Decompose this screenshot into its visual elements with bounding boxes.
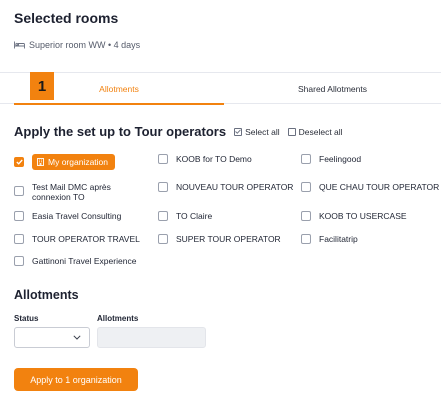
operator-checkbox[interactable]	[14, 157, 24, 167]
operator-checkbox[interactable]	[158, 182, 168, 192]
room-summary: Superior room WW • 4 days	[14, 40, 140, 50]
operator-checkbox[interactable]	[301, 234, 311, 244]
operator-label: TOUR OPERATOR TRAVEL	[32, 234, 140, 244]
operator-label: NOUVEAU TOUR OPERATOR	[176, 182, 294, 192]
tab-shared-allotments[interactable]: Shared Allotments	[224, 73, 441, 104]
bed-icon	[14, 41, 25, 49]
operator-label: Facilitatrip	[319, 234, 358, 244]
operator-label: Feelingood	[319, 154, 362, 164]
operator-label: KOOB TO USERCASE	[319, 211, 407, 221]
status-label: Status	[14, 314, 39, 323]
apply-button[interactable]: Apply to 1 organization	[14, 368, 138, 391]
step-badge: 1	[30, 72, 54, 100]
select-all-button[interactable]: Select all	[234, 127, 280, 137]
status-select[interactable]	[14, 327, 90, 348]
operator-item[interactable]: TOUR OPERATOR TRAVEL	[14, 234, 140, 244]
operator-checkbox[interactable]	[301, 154, 311, 164]
operator-item[interactable]: NOUVEAU TOUR OPERATOR	[158, 182, 293, 192]
operator-label: QUE CHAU TOUR OPERATOR	[319, 182, 440, 192]
operator-item[interactable]: Gattinoni Travel Experience	[14, 256, 136, 266]
allotments-section-title: Allotments	[14, 288, 79, 302]
my-organization-chip: My organization	[32, 154, 116, 170]
select-all-checkbox-icon	[234, 127, 243, 136]
building-icon	[37, 158, 44, 166]
page-title: Selected rooms	[14, 10, 119, 26]
operator-checkbox[interactable]	[14, 186, 24, 196]
operator-item[interactable]: TO Claire	[158, 211, 212, 221]
operator-item[interactable]: SUPER TOUR OPERATOR	[158, 234, 281, 244]
select-all-label: Select all	[245, 126, 280, 137]
deselect-all-checkbox-icon	[287, 127, 296, 136]
operator-label: My organization	[48, 157, 109, 167]
operator-checkbox[interactable]	[14, 256, 24, 266]
operator-label: Gattinoni Travel Experience	[32, 256, 137, 266]
operator-checkbox[interactable]	[301, 182, 311, 192]
operator-checkbox[interactable]	[14, 211, 24, 221]
operator-item[interactable]: Feelingood	[301, 154, 361, 164]
deselect-all-button[interactable]: Deselect all	[287, 126, 343, 137]
operator-item[interactable]: Test Mail DMC après connexion TO	[14, 182, 148, 202]
deselect-all-label: Deselect all	[298, 126, 343, 137]
operator-item[interactable]: QUE CHAU TOUR OPERATOR	[301, 182, 439, 192]
operator-label: Easia Travel Consulting	[32, 211, 122, 221]
operator-item[interactable]: KOOB for TO Demo	[158, 154, 252, 164]
room-summary-text: Superior room WW • 4 days	[29, 40, 141, 50]
chevron-down-icon	[73, 335, 81, 340]
operator-label: Test Mail DMC après connexion TO	[32, 182, 111, 202]
operator-checkbox[interactable]	[14, 234, 24, 244]
tab-bar: Allotments Shared Allotments	[0, 72, 441, 105]
operator-checkbox[interactable]	[158, 154, 168, 164]
operator-label: TO Claire	[176, 211, 213, 221]
apply-section-header: Apply the set up to Tour operators Selec…	[14, 124, 343, 139]
operator-checkbox[interactable]	[158, 234, 168, 244]
operator-item-my-organization[interactable]: My organization	[14, 154, 116, 170]
allotments-label: Allotments	[97, 314, 139, 323]
allotments-input[interactable]	[97, 327, 206, 348]
apply-section-title: Apply the set up to Tour operators	[14, 124, 227, 139]
operator-label: KOOB for TO Demo	[176, 154, 252, 164]
operator-checkbox[interactable]	[158, 211, 168, 221]
operator-item[interactable]: Facilitatrip	[301, 234, 358, 244]
operator-checkbox[interactable]	[301, 211, 311, 221]
operator-item[interactable]: KOOB TO USERCASE	[301, 211, 407, 221]
checkmark-icon	[15, 159, 23, 165]
operator-item[interactable]: Easia Travel Consulting	[14, 211, 121, 221]
operator-label: SUPER TOUR OPERATOR	[176, 234, 281, 244]
